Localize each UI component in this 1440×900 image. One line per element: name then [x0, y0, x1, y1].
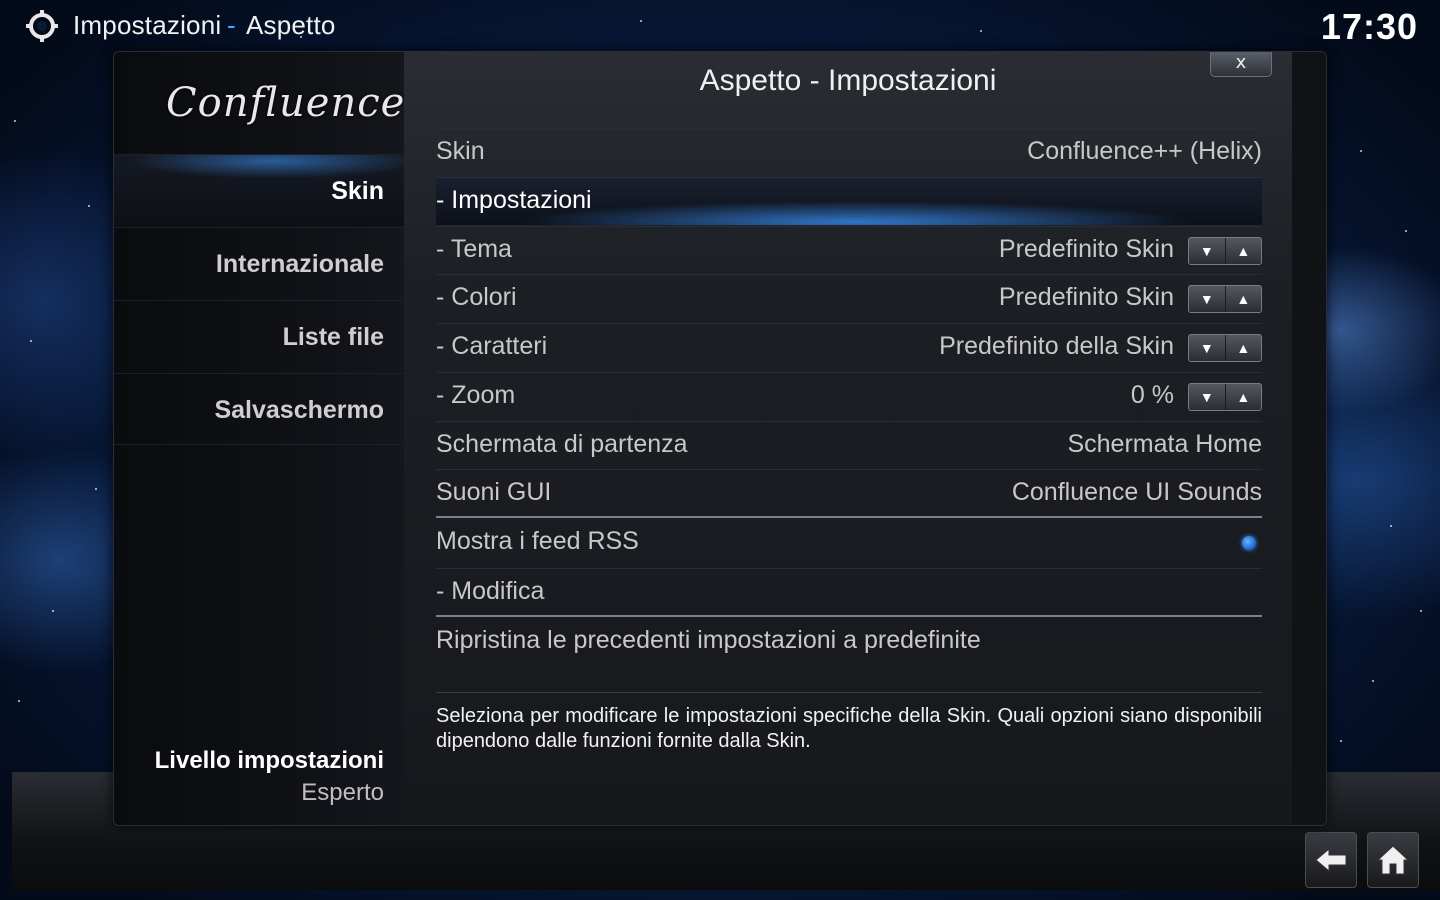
section-separator — [436, 615, 1262, 617]
caratteri-spinner: ▼ ▲ — [1188, 334, 1262, 362]
breadcrumb-secondary: Aspetto — [246, 10, 336, 40]
home-button[interactable] — [1367, 832, 1419, 888]
setting-label: - Caratteri — [436, 332, 548, 360]
setting-label: - Impostazioni — [436, 186, 592, 214]
setting-row-skin[interactable]: Skin Confluence++ (Helix) — [436, 128, 1262, 176]
dialog-title: Aspetto - Impostazioni — [699, 64, 997, 97]
section-separator — [436, 516, 1262, 518]
sidebar-item-label: Salvaschermo — [214, 396, 384, 424]
setting-value: Predefinito Skin — [998, 235, 1174, 263]
spinner-up-icon[interactable]: ▲ — [1226, 384, 1262, 410]
setting-label: - Tema — [436, 235, 512, 263]
setting-value: Confluence UI Sounds — [1011, 478, 1262, 506]
setting-value: Predefinito della Skin — [939, 332, 1174, 360]
setting-row-colori[interactable]: - Colori Predefinito Skin ▼ ▲ — [436, 274, 1262, 322]
setting-row-ripristina[interactable]: Ripristina le precedenti impostazioni a … — [436, 618, 1262, 666]
setting-label: - Colori — [436, 283, 517, 311]
setting-row-schermata-partenza[interactable]: Schermata di partenza Schermata Home — [436, 421, 1262, 469]
setting-value: Confluence++ (Helix) — [1027, 137, 1262, 165]
setting-row-zoom[interactable]: - Zoom 0 % ▼ ▲ — [436, 372, 1262, 420]
spinner-up-icon[interactable]: ▲ — [1226, 286, 1262, 312]
setting-value: Predefinito Skin — [998, 283, 1174, 311]
settings-level-value[interactable]: Esperto — [301, 779, 384, 807]
back-arrow-icon — [1315, 847, 1347, 873]
setting-label: Schermata di partenza — [436, 430, 688, 458]
setting-row-caratteri[interactable]: - Caratteri Predefinito della Skin ▼ ▲ — [436, 323, 1262, 371]
setting-label: Mostra i feed RSS — [436, 527, 639, 555]
sidebar-item-label: Internazionale — [215, 250, 384, 278]
setting-row-tema[interactable]: - Tema Predefinito Skin ▼ ▲ — [436, 226, 1262, 274]
spinner-down-icon[interactable]: ▼ — [1189, 238, 1226, 264]
clock: 17:30 — [1320, 6, 1418, 47]
settings-dialog: Confluence Skin Internazionale Liste fil… — [113, 51, 1327, 826]
tema-spinner: ▼ ▲ — [1188, 237, 1262, 265]
top-bar: Impostazioni - Aspetto 17:30 — [0, 0, 1440, 50]
setting-label: Suoni GUI — [436, 478, 552, 506]
settings-level-label[interactable]: Livello impostazioni — [155, 747, 384, 775]
setting-value: Schermata Home — [1067, 430, 1262, 458]
spinner-up-icon[interactable]: ▲ — [1226, 238, 1262, 264]
setting-label: Skin — [436, 137, 485, 165]
setting-row-suoni-gui[interactable]: Suoni GUI Confluence UI Sounds — [436, 469, 1262, 517]
sidebar-item-label: Liste file — [282, 323, 384, 351]
confluence-logo: Confluence — [166, 80, 406, 126]
setting-label: - Zoom — [436, 381, 516, 409]
spinner-up-icon[interactable]: ▲ — [1226, 335, 1262, 361]
spinner-down-icon[interactable]: ▼ — [1189, 335, 1226, 361]
spinner-down-icon[interactable]: ▼ — [1189, 286, 1226, 312]
sidebar: Confluence Skin Internazionale Liste fil… — [114, 52, 404, 825]
setting-row-modifica[interactable]: - Modifica — [436, 568, 1262, 616]
setting-label: - Modifica — [436, 577, 545, 605]
setting-value: 0 % — [1130, 381, 1174, 409]
spinner-down-icon[interactable]: ▼ — [1189, 384, 1226, 410]
setting-row-feed-rss[interactable]: Mostra i feed RSS — [436, 519, 1262, 567]
dialog-right-edge — [1292, 52, 1326, 825]
breadcrumb-separator: - — [227, 10, 236, 40]
setting-label: Ripristina le precedenti impostazioni a … — [436, 626, 981, 654]
colori-spinner: ▼ ▲ — [1188, 285, 1262, 313]
home-icon — [1376, 845, 1410, 875]
settings-content: Aspetto - Impostazioni Skin Confluence++… — [404, 52, 1292, 825]
sidebar-item-liste-file[interactable]: Liste file — [114, 300, 404, 372]
description-divider — [436, 692, 1262, 693]
setting-row-impostazioni[interactable]: - Impostazioni — [436, 177, 1262, 225]
rss-toggle-radio[interactable] — [1242, 536, 1256, 550]
close-button[interactable]: x — [1210, 52, 1272, 77]
settings-gear-icon — [26, 10, 58, 42]
sidebar-item-internazionale[interactable]: Internazionale — [114, 227, 404, 299]
zoom-spinner: ▼ ▲ — [1188, 383, 1262, 411]
sidebar-item-salvaschermo[interactable]: Salvaschermo — [114, 373, 404, 445]
sidebar-item-skin[interactable]: Skin — [114, 154, 404, 226]
back-button[interactable] — [1305, 832, 1357, 888]
setting-description: Seleziona per modificare le impostazioni… — [436, 705, 1262, 752]
sidebar-item-label: Skin — [331, 177, 384, 205]
breadcrumb-primary: Impostazioni — [73, 10, 222, 40]
